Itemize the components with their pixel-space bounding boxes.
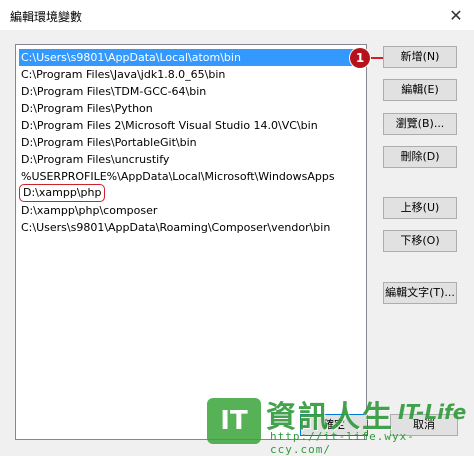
watermark-url: http://it-life.wyx-ccy.com/ (270, 430, 415, 456)
new-button[interactable]: 新增(N) (383, 46, 457, 68)
browse-button[interactable]: 瀏覽(B)... (383, 113, 457, 135)
close-icon[interactable]: ✕ (438, 0, 474, 30)
path-item[interactable]: D:\Program Files\TDM-GCC-64\bin (19, 83, 208, 100)
path-item[interactable]: D:\Program Files\uncrustify (19, 151, 171, 168)
path-item[interactable]: D:\Program Files\Python (19, 100, 155, 117)
path-item[interactable]: C:\Program Files\Java\jdk1.8.0_65\bin (19, 66, 227, 83)
window-title: 編輯環境變數 (10, 10, 83, 24)
watermark-brand: IT-Life (398, 400, 467, 424)
path-item[interactable]: D:\Program Files 2\Microsoft Visual Stud… (19, 117, 320, 134)
path-item[interactable]: C:\Users\s9801\AppData\Roaming\Composer\… (19, 219, 332, 236)
path-item[interactable]: D:\Program Files\PortableGit\bin (19, 134, 199, 151)
edit-text-button[interactable]: 編輯文字(T)... (383, 282, 457, 304)
move-down-button[interactable]: 下移(O) (383, 230, 457, 252)
path-item[interactable]: %USERPROFILE%\AppData\Local\Microsoft\Wi… (19, 168, 337, 185)
delete-button[interactable]: 刪除(D) (383, 146, 457, 168)
watermark-logo: IT (207, 398, 261, 444)
path-item[interactable]: D:\xampp\php\composer (19, 202, 159, 219)
path-item-highlighted[interactable]: D:\xampp\php (19, 184, 106, 202)
title-bar: 編輯環境變數 ✕ (0, 0, 474, 30)
path-list[interactable]: C:\Users\s9801\AppData\Local\atom\bin C:… (15, 44, 367, 440)
edit-button[interactable]: 編輯(E) (383, 79, 457, 101)
path-item[interactable]: C:\Users\s9801\AppData\Local\atom\bin (19, 49, 365, 66)
move-up-button[interactable]: 上移(U) (383, 197, 457, 219)
step-badge: 1 (350, 48, 370, 68)
